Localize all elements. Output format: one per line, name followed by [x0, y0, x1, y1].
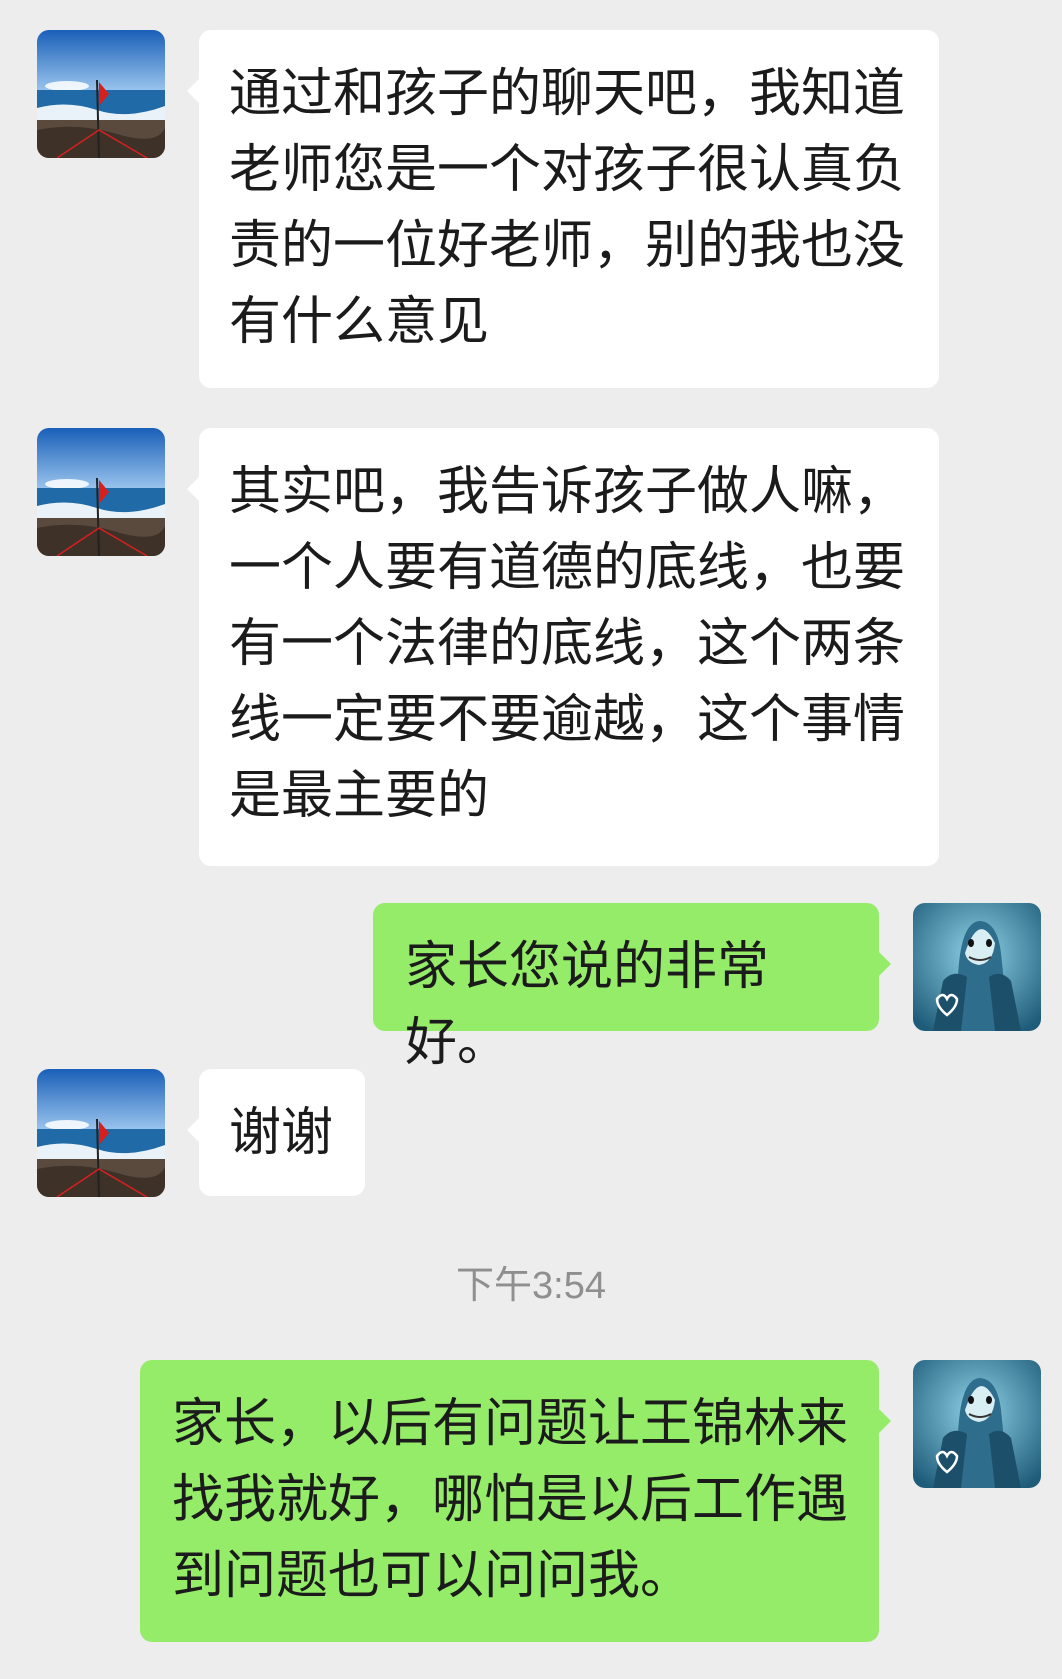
incoming-message-bubble[interactable]: 通过和孩子的聊天吧，我知道老师您是一个对孩子很认真负责的一位好老师，别的我也没有… [187, 30, 939, 388]
incoming-message-bubble[interactable]: 谢谢 [187, 1069, 365, 1196]
message-text: 谢谢 [229, 1103, 334, 1163]
contact-avatar[interactable] [37, 30, 165, 158]
contact-avatar[interactable] [37, 428, 165, 556]
my-avatar[interactable] [913, 903, 1041, 1031]
outgoing-message-bubble[interactable]: 家长，以后有问题让王锦林来找我就好，哪怕是以后工作遇到问题也可以问问我。 [140, 1360, 891, 1642]
message-text: 其实吧，我告诉孩子做人嘛，一个人要有道德的底线，也要有一个法律的底线，这个两条线… [229, 462, 906, 826]
chat-message-list[interactable]: 通过和孩子的聊天吧，我知道老师您是一个对孩子很认真负责的一位好老师，别的我也没有… [0, 0, 1062, 1679]
message-text: 家长，以后有问题让王锦林来找我就好，哪怕是以后工作遇到问题也可以问问我。 [172, 1394, 849, 1606]
message-text: 通过和孩子的聊天吧，我知道老师您是一个对孩子很认真负责的一位好老师，别的我也没有… [229, 64, 906, 352]
message-text: 家长您说的非常好。 [405, 937, 770, 1073]
outgoing-message-bubble[interactable]: 家长您说的非常好。 [373, 903, 891, 1073]
my-avatar[interactable] [913, 1360, 1041, 1488]
message-timestamp: 下午3:54 [456, 1265, 606, 1307]
incoming-message-bubble[interactable]: 其实吧，我告诉孩子做人嘛，一个人要有道德的底线，也要有一个法律的底线，这个两条线… [187, 428, 939, 866]
contact-avatar[interactable] [37, 1069, 165, 1197]
